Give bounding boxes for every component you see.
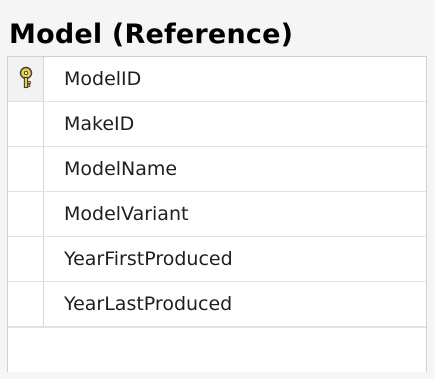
row-selector[interactable] <box>8 147 44 191</box>
row-selector[interactable] <box>8 282 44 326</box>
column-rows: ModelID MakeID ModelName ModelVariant Ye… <box>8 57 426 327</box>
table-designer-panel: Model (Reference) ModelID MakeID ModelNa… <box>0 0 435 379</box>
column-name: ModelVariant <box>64 203 189 225</box>
column-row[interactable]: ModelID <box>8 57 426 102</box>
row-selector[interactable] <box>8 192 44 236</box>
column-name: ModelID <box>64 68 142 90</box>
primary-key-icon <box>19 66 33 89</box>
row-selector[interactable] <box>8 57 44 101</box>
column-name: ModelName <box>64 158 178 180</box>
column-row[interactable]: MakeID <box>8 102 426 147</box>
row-selector[interactable] <box>8 237 44 281</box>
table-title: Model (Reference) <box>9 19 294 50</box>
column-row[interactable]: ModelName <box>8 147 426 192</box>
row-selector[interactable] <box>8 102 44 146</box>
column-name: YearFirstProduced <box>64 248 233 270</box>
column-name: YearLastProduced <box>64 293 233 315</box>
columns-grid: ModelID MakeID ModelName ModelVariant Ye… <box>7 56 427 372</box>
column-row[interactable]: YearLastProduced <box>8 282 426 327</box>
column-row[interactable]: ModelVariant <box>8 192 426 237</box>
column-row[interactable]: YearFirstProduced <box>8 237 426 282</box>
column-name: MakeID <box>64 113 135 135</box>
empty-grid-area <box>8 327 426 372</box>
